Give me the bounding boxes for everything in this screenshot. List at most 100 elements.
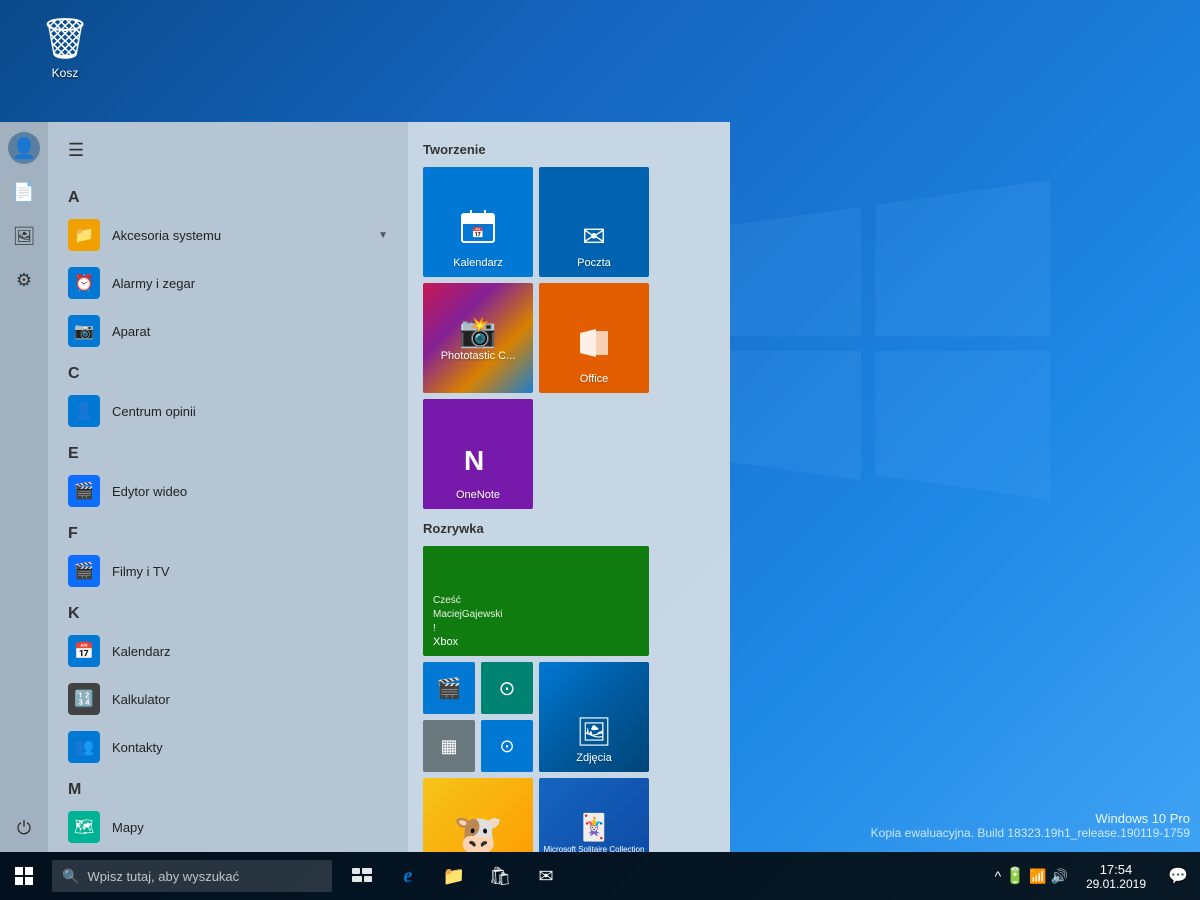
sidebar-avatar[interactable]: 👤 — [8, 132, 40, 164]
app-icon-mapy: 🗺 — [68, 811, 100, 843]
battery-icon: 🔋 — [1005, 866, 1025, 886]
section-letter-f: F — [58, 515, 398, 547]
app-icon-filmy: 🎬 — [68, 555, 100, 587]
small-tiles-grid: 🎬 ⊙ ▦ ⊙ — [423, 662, 533, 772]
tile-onenote[interactable]: N OneNote — [423, 399, 533, 509]
expand-arrow-akcesoria: ▼ — [378, 230, 388, 241]
app-name-edytor: Edytor wideo — [112, 484, 187, 499]
win-edition: Windows 10 Pro — [871, 811, 1190, 826]
app-icon-alarmy: ⏰ — [68, 267, 100, 299]
app-item-filmy[interactable]: 🎬 Filmy i TV — [58, 547, 398, 595]
clock-time: 17:54 — [1100, 862, 1133, 877]
taskbar-search-box[interactable]: 🔍 Wpisz tutaj, aby wyszukać — [52, 860, 332, 892]
tile-phototastic-label: Phototastic C... — [441, 350, 516, 362]
left-sidebar: 👤 📄 🖼 ⚙ ⏻ — [0, 122, 48, 852]
section-title-rozrywka: Rozrywka — [423, 521, 715, 536]
taskbar-right: ^ 🔋 📶 🔊 17:54 29.01.2019 💬 — [987, 854, 1200, 898]
app-item-centrum[interactable]: 👤 Centrum opinii — [58, 387, 398, 435]
app-item-akcesoria[interactable]: 📁 Akcesoria systemu ▼ — [58, 211, 398, 259]
tile-small-camera[interactable]: ⊙ — [481, 720, 533, 772]
app-name-kalkulator: Kalkulator — [112, 692, 170, 707]
tiles-row-games-1: 🐮 🃏 Microsoft Solitaire Collection 🍬 — [423, 778, 715, 852]
tile-small-films[interactable]: 🎬 — [423, 662, 475, 714]
recycle-bin-label: Kosz — [52, 66, 79, 80]
store-taskbar-icon[interactable]: 🛍 — [478, 854, 522, 898]
hamburger-menu[interactable]: ☰ — [48, 122, 408, 179]
app-item-edytor[interactable]: 🎬 Edytor wideo — [58, 467, 398, 515]
tile-phototastic[interactable]: 📸 Phototastic C... — [423, 283, 533, 393]
sidebar-power[interactable]: ⏻ — [4, 808, 44, 848]
tile-small-groove[interactable]: ⊙ — [481, 662, 533, 714]
tile-small-calc[interactable]: ▦ — [423, 720, 475, 772]
recycle-bin-icon: 🗑 — [40, 15, 91, 62]
tile-zdjecia-icon: 🖼 — [576, 715, 612, 748]
app-item-kalendarz[interactable]: 📅 Kalendarz — [58, 627, 398, 675]
sidebar-documents[interactable]: 📄 — [4, 172, 44, 212]
tile-onenote-label: OneNote — [456, 489, 500, 501]
search-icon: 🔍 — [62, 868, 79, 885]
tile-solitaire-bg: 🃏 Microsoft Solitaire Collection — [539, 778, 649, 852]
windows-watermark-text: Windows 10 Pro Kopia ewaluacyjna. Build … — [871, 811, 1190, 840]
tile-friends[interactable]: 🐮 — [423, 778, 533, 852]
notification-center-button[interactable]: 💬 — [1156, 854, 1200, 898]
tiles-row-rozrywka-1: CześćMaciejGajewski! Xbox 🎬 ⊙ ▦ — [423, 546, 715, 772]
tile-zdjecia[interactable]: 🖼 Zdjęcia — [539, 662, 649, 772]
tile-small-camera-icon: ⊙ — [499, 736, 514, 757]
section-letter-m: M — [58, 771, 398, 803]
section-letter-e: E — [58, 435, 398, 467]
app-item-mapy[interactable]: 🗺 Mapy — [58, 803, 398, 851]
sidebar-photos[interactable]: 🖼 — [4, 216, 44, 256]
xbox-tile-content: CześćMaciejGajewski! Xbox — [433, 594, 502, 648]
system-clock[interactable]: 17:54 29.01.2019 — [1076, 862, 1156, 891]
search-placeholder-text: Wpisz tutaj, aby wyszukać — [87, 869, 239, 884]
tile-poczta[interactable]: ✉ Poczta — [539, 167, 649, 277]
chevron-up-icon[interactable]: ^ — [995, 868, 1002, 884]
tile-xbox[interactable]: CześćMaciejGajewski! Xbox — [423, 546, 649, 656]
mail-taskbar-icon[interactable]: ✉ — [524, 854, 568, 898]
tile-solitaire[interactable]: 🃏 Microsoft Solitaire Collection — [539, 778, 649, 852]
app-icon-akcesoria: 📁 — [68, 219, 100, 251]
explorer-taskbar-icon[interactable]: 📁 — [432, 854, 476, 898]
tile-onenote-icon: N — [460, 442, 496, 485]
tile-office[interactable]: Office — [539, 283, 649, 393]
tile-zdjecia-label: Zdjęcia — [576, 752, 611, 764]
app-item-kalkulator[interactable]: 🔢 Kalkulator — [58, 675, 398, 723]
app-icon-kontakty: 👥 — [68, 731, 100, 763]
app-icon-aparat: 📷 — [68, 315, 100, 347]
tile-small-groove-icon: ⊙ — [499, 676, 516, 701]
start-menu: 👤 📄 🖼 ⚙ ⏻ ☰ A 📁 Akcesoria systemu ▼ ⏰ — [0, 122, 730, 852]
tile-friends-bg: 🐮 — [423, 778, 533, 852]
section-letter-a: A — [58, 179, 398, 211]
app-item-kontakty[interactable]: 👥 Kontakty — [58, 723, 398, 771]
xbox-greeting: CześćMaciejGajewski! — [433, 594, 502, 636]
recycle-bin[interactable]: 🗑 Kosz — [30, 15, 100, 80]
tile-kalendarz[interactable]: 📅 Kalendarz — [423, 167, 533, 277]
app-list-panel: ☰ A 📁 Akcesoria systemu ▼ ⏰ Alarmy i zeg… — [48, 122, 408, 852]
app-name-centrum: Centrum opinii — [112, 404, 196, 419]
app-icon-centrum: 👤 — [68, 395, 100, 427]
desktop: 🗑 Kosz 👤 📄 🖼 ⚙ ⏻ ☰ A 📁 Akcesoria systemu — [0, 0, 1200, 900]
volume-icon[interactable]: 🔊 — [1051, 868, 1068, 885]
tile-office-icon — [576, 325, 612, 369]
system-tray-icons: ^ 🔋 📶 🔊 — [987, 866, 1076, 886]
sidebar-settings[interactable]: ⚙ — [4, 260, 44, 300]
edge-taskbar-icon[interactable]: e — [386, 854, 430, 898]
app-name-mapy: Mapy — [112, 820, 144, 835]
tile-office-label: Office — [580, 373, 609, 385]
tile-poczta-icon: ✉ — [582, 220, 605, 253]
network-icon: 📶 — [1029, 868, 1046, 885]
app-icon-edytor: 🎬 — [68, 475, 100, 507]
task-view-button[interactable] — [340, 854, 384, 898]
tile-kalendarz-label: Kalendarz — [453, 257, 503, 269]
section-letter-c: C — [58, 355, 398, 387]
app-name-kalendarz: Kalendarz — [112, 644, 171, 659]
app-item-aparat[interactable]: 📷 Aparat — [58, 307, 398, 355]
clock-date: 29.01.2019 — [1086, 877, 1146, 891]
app-name-kontakty: Kontakty — [112, 740, 163, 755]
app-item-alarmy[interactable]: ⏰ Alarmy i zegar — [58, 259, 398, 307]
app-icon-kalkulator: 🔢 — [68, 683, 100, 715]
section-letter-k: K — [58, 595, 398, 627]
start-button[interactable] — [0, 852, 48, 900]
win-build: Kopia ewaluacyjna. Build 18323.19h1_rele… — [871, 826, 1190, 840]
svg-text:📅: 📅 — [472, 226, 484, 239]
